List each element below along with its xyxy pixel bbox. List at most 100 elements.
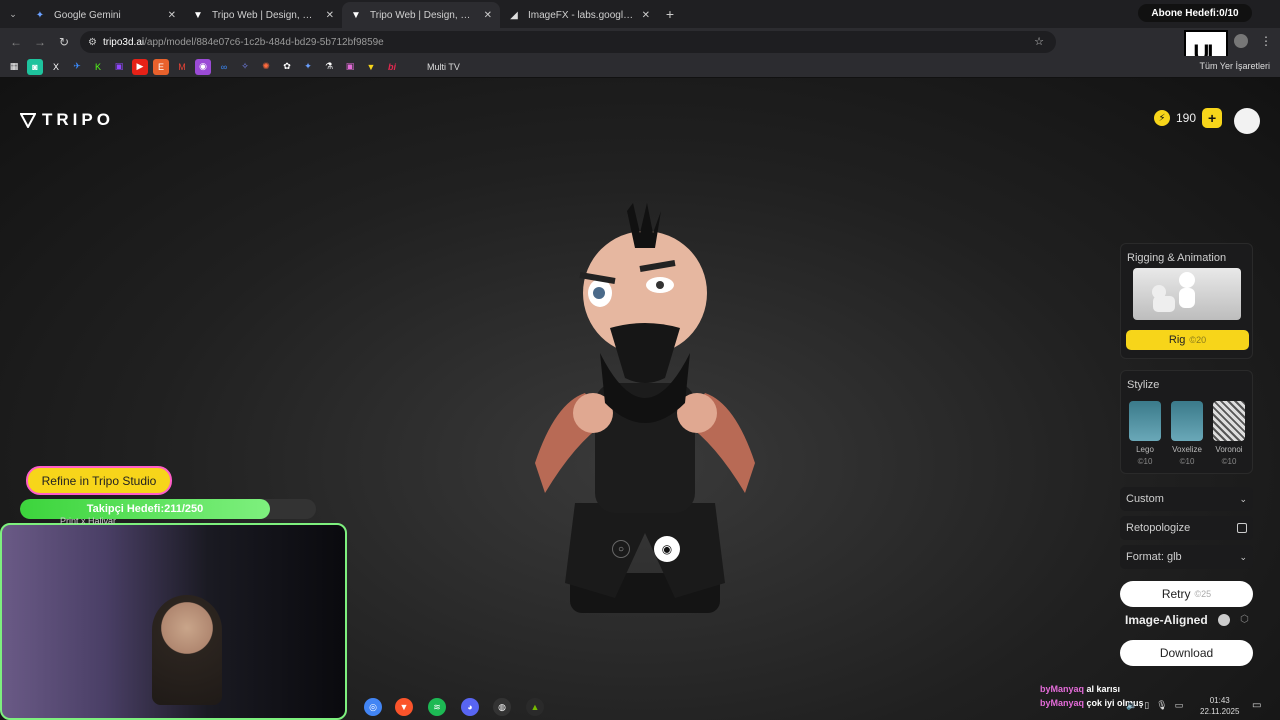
- clock-date: 22.11.2025: [1200, 707, 1240, 716]
- notification-icon[interactable]: ▭: [1252, 700, 1261, 711]
- nvidia-taskbar-icon[interactable]: ▲: [526, 698, 544, 716]
- openai-icon[interactable]: ✿: [279, 59, 295, 75]
- photos-icon[interactable]: ▣: [342, 59, 358, 75]
- style-voxelize[interactable]: Voxelize ©10: [1169, 401, 1205, 466]
- apps-grid-icon[interactable]: ▦: [6, 59, 22, 75]
- image-aligned-toggle-icon[interactable]: [1218, 614, 1230, 626]
- chrome-taskbar-icon[interactable]: ◎: [364, 698, 382, 716]
- new-tab-button[interactable]: +: [658, 6, 682, 22]
- tripo-icon: ▼: [193, 9, 203, 21]
- patreon-icon[interactable]: ◉: [195, 58, 211, 75]
- x-twitter-icon[interactable]: X: [48, 59, 64, 75]
- tripo-logo[interactable]: TRIPO: [20, 110, 114, 130]
- bookmark-multi-tv[interactable]: Multi TV: [427, 62, 460, 72]
- bookmarks-bar: ▦ ◙ X ✈ K ▣ ▶ E M ◉ ∞ ✧ ✺ ✿ ✦ ⚗ ▣ ▼ bi M…: [0, 56, 1280, 78]
- style-name: Lego: [1136, 445, 1154, 454]
- meta-icon[interactable]: ∞: [216, 59, 232, 75]
- rigging-card: Rigging & Animation Rig ©20: [1120, 243, 1253, 359]
- download-button[interactable]: Download: [1120, 640, 1253, 666]
- close-icon[interactable]: ✕: [326, 10, 334, 21]
- browser-menu-icon[interactable]: ⋮: [1260, 34, 1272, 48]
- stylize-card: Stylize Lego ©10 Voxelize ©10 Voronoi ©1…: [1120, 370, 1253, 474]
- style-name: Voxelize: [1172, 445, 1202, 454]
- voxelize-thumbnail: [1171, 401, 1203, 441]
- image-aligned-label: Image-Aligned: [1125, 613, 1208, 627]
- add-credits-button[interactable]: +: [1202, 108, 1223, 128]
- rigging-preview-image: [1133, 268, 1241, 320]
- brave-taskbar-icon[interactable]: ▼: [395, 698, 413, 716]
- format-dropdown[interactable]: Format: glb ⌄: [1120, 545, 1253, 569]
- volume-icon[interactable]: 🔉: [1126, 700, 1137, 711]
- copilot-icon[interactable]: ✧: [237, 59, 253, 75]
- obs-taskbar-icon[interactable]: ◍: [493, 698, 511, 716]
- network-icon[interactable]: ▭: [1175, 700, 1184, 711]
- bookmark-star-icon[interactable]: ☆: [1034, 35, 1044, 48]
- gmail-icon[interactable]: M: [174, 59, 190, 75]
- tab-title: Tripo Web | Design, Customize,: [370, 9, 476, 21]
- custom-dropdown[interactable]: Custom ⌄: [1120, 487, 1253, 511]
- tab-imagefx[interactable]: ◢ ImageFX - labs.google/fx ✕: [500, 2, 658, 28]
- mic-icon[interactable]: 🎙: [1156, 700, 1167, 711]
- retopologize-checkbox[interactable]: [1237, 523, 1247, 533]
- all-bookmarks[interactable]: Tüm Yer İşaretleri: [1199, 61, 1270, 71]
- url-host: tripo3d.ai: [102, 36, 145, 48]
- site-info-icon[interactable]: ⚙: [88, 37, 97, 48]
- brand-name: TRIPO: [42, 110, 114, 129]
- taskbar-clock[interactable]: 01:43 22.11.2025: [1200, 695, 1239, 717]
- kick-icon[interactable]: K: [90, 59, 106, 75]
- url-input[interactable]: ⚙ tripo3d.ai /app/model/884e07c6-1c2b-48…: [80, 31, 1056, 53]
- close-icon[interactable]: ✕: [642, 10, 650, 21]
- user-avatar[interactable]: [1234, 108, 1260, 134]
- system-tray: 🔉 ▯ 🎙 ▭: [1126, 700, 1183, 711]
- tab-tripo-2[interactable]: ▼ Tripo Web | Design, Customize, ✕: [342, 2, 500, 28]
- profile-avatar[interactable]: [1234, 34, 1248, 48]
- voronoi-thumbnail: [1213, 401, 1245, 441]
- sparkle-bookmark-icon[interactable]: ✺: [258, 59, 274, 75]
- e-bookmark-icon[interactable]: E: [153, 58, 169, 75]
- rig-button[interactable]: Rig ©20: [1126, 330, 1249, 350]
- tab-title: Tripo Web | Design, Customize,: [212, 9, 318, 21]
- webcam-caption: Print x Halivar: [60, 516, 117, 526]
- clock-time: 01:43: [1209, 696, 1230, 705]
- tripo-logo-icon: [20, 113, 36, 128]
- refine-in-studio-button[interactable]: Refine in Tripo Studio: [26, 466, 172, 495]
- battery-icon[interactable]: ▯: [1144, 700, 1149, 711]
- credits-display: ⚡ 190 +: [1154, 108, 1223, 128]
- close-icon[interactable]: ✕: [484, 10, 492, 21]
- bluesky-icon[interactable]: ✈: [69, 59, 85, 75]
- flask-icon[interactable]: ⚗: [321, 59, 337, 75]
- url-path: /app/model/884e07c6-1c2b-484d-bd29-5b712…: [144, 36, 384, 48]
- tab-title: ImageFX - labs.google/fx: [528, 9, 634, 21]
- rig-figure-icon: [1152, 272, 1195, 312]
- retry-cost: ©25: [1194, 589, 1212, 599]
- youtube-icon[interactable]: ▶: [132, 58, 148, 75]
- lego-thumbnail: [1129, 401, 1161, 441]
- retry-label: Retry: [1161, 587, 1191, 601]
- subscriber-goal-badge: Abone Hedefi:0/10: [1138, 4, 1252, 22]
- twitch-icon[interactable]: ▣: [111, 59, 127, 75]
- style-lego[interactable]: Lego ©10: [1127, 401, 1163, 466]
- reload-icon[interactable]: ↻: [52, 30, 76, 54]
- textured-view-icon[interactable]: ◉: [654, 536, 680, 562]
- forward-icon[interactable]: →: [28, 30, 52, 54]
- tripo-bookmark-icon[interactable]: ▼: [363, 59, 379, 75]
- spotify-taskbar-icon[interactable]: ≋: [428, 698, 446, 716]
- bi-icon[interactable]: bi: [384, 59, 400, 75]
- tab-tripo-1[interactable]: ▼ Tripo Web | Design, Customize, ✕: [184, 2, 342, 28]
- style-cost: ©10: [1221, 457, 1237, 466]
- discord-taskbar-icon[interactable]: ◕: [461, 698, 479, 716]
- retopologize-toggle[interactable]: Retopologize: [1120, 516, 1253, 540]
- tab-search-chevron-icon[interactable]: ⌄: [0, 0, 26, 28]
- wireframe-view-icon[interactable]: ○: [612, 540, 630, 558]
- cube-icon[interactable]: ⬡: [1240, 614, 1249, 625]
- download-label: Download: [1159, 646, 1214, 660]
- close-icon[interactable]: ✕: [168, 10, 176, 21]
- bookmark-icon[interactable]: ◙: [27, 58, 43, 75]
- custom-label: Custom: [1126, 493, 1164, 505]
- back-icon[interactable]: ←: [4, 30, 28, 54]
- rig-cost: ©20: [1189, 335, 1207, 345]
- retry-button[interactable]: Retry ©25: [1120, 581, 1253, 607]
- tab-gemini[interactable]: ✦ Google Gemini ✕: [26, 2, 184, 28]
- gemini-bookmark-icon[interactable]: ✦: [300, 59, 316, 75]
- style-voronoi[interactable]: Voronoi ©10: [1211, 401, 1247, 466]
